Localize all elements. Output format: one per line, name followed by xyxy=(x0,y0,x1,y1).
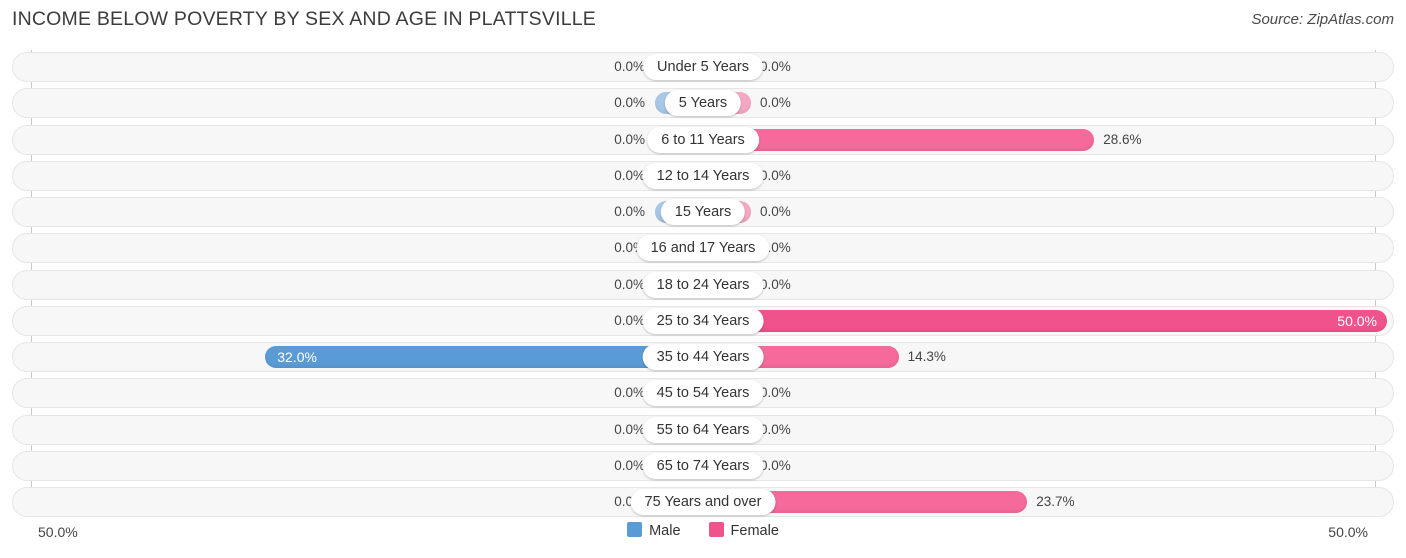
category-label: 75 Years and over xyxy=(630,489,776,515)
legend-swatch-icon xyxy=(708,522,724,537)
category-label: Under 5 Years xyxy=(643,54,763,80)
chart-footer: 50.0% 50.0% Male Female xyxy=(0,518,1406,558)
legend-item[interactable]: Female xyxy=(708,522,779,539)
category-label: 5 Years xyxy=(664,90,742,117)
value-label-female: 0.0% xyxy=(760,276,791,292)
chart-legend: Male Female xyxy=(0,522,1406,539)
value-label-male: 0.0% xyxy=(614,312,645,328)
value-label-male: 0.0% xyxy=(614,457,645,473)
chart-row: 0.0% 28.6% 6 to 11 Years xyxy=(12,124,1394,155)
chart-row: 0.0% 0.0% 18 to 24 Years xyxy=(12,269,1394,300)
chart-row: 0.0% 0.0% 45 to 54 Years xyxy=(12,378,1394,409)
value-label-male: 0.0% xyxy=(614,276,645,292)
value-label-female: 0.0% xyxy=(760,95,791,111)
category-label: 35 to 44 Years xyxy=(642,344,764,370)
legend-item[interactable]: Male xyxy=(627,522,681,539)
value-label-female: 0.0% xyxy=(760,457,791,473)
value-label-male: 32.0% xyxy=(277,349,317,365)
chart-plot-area: 0.0% 0.0% Under 5 Years 0.0% 0.0% 5 Years 0.0%… xyxy=(0,44,1406,518)
value-label-female: 28.6% xyxy=(1103,131,1142,147)
value-label-female: 23.7% xyxy=(1036,494,1075,509)
chart-row: 0.0% 0.0% Under 5 Years xyxy=(12,52,1394,82)
category-label: 12 to 14 Years xyxy=(642,162,764,189)
chart-row: 0.0% 0.0% 12 to 14 Years xyxy=(12,160,1394,191)
value-label-female: 0.0% xyxy=(760,204,791,219)
chart-row: 32.0% 14.3% 35 to 44 Years xyxy=(12,342,1394,372)
value-label-female: 14.3% xyxy=(907,349,946,364)
chart-row: 0.0% 0.0% 15 Years xyxy=(12,197,1394,227)
category-label: 55 to 64 Years xyxy=(642,416,764,443)
chart-row: 0.0% 0.0% 5 Years xyxy=(12,88,1394,119)
category-label: 18 to 24 Years xyxy=(642,271,764,298)
category-label: 16 and 17 Years xyxy=(636,235,770,262)
value-label-female: 0.0% xyxy=(760,421,791,437)
bar-male[interactable] xyxy=(265,346,703,368)
source-attribution: Source: ZipAtlas.com xyxy=(1251,11,1394,28)
value-label-male: 0.0% xyxy=(614,131,645,147)
value-label-male: 0.0% xyxy=(614,95,645,111)
chart-row: 0.0% 0.0% 65 to 74 Years xyxy=(12,450,1394,481)
chart-row: 0.0% 0.0% 55 to 64 Years xyxy=(12,414,1394,445)
page-title: INCOME BELOW POVERTY BY SEX AND AGE IN P… xyxy=(12,8,596,30)
value-label-male: 0.0% xyxy=(614,204,645,219)
chart-header: INCOME BELOW POVERTY BY SEX AND AGE IN P… xyxy=(0,0,1406,44)
chart-row: 0.0% 0.0% 16 and 17 Years xyxy=(12,233,1394,264)
value-label-male: 0.0% xyxy=(614,385,645,401)
bar-female[interactable] xyxy=(703,128,1095,151)
value-label-female: 0.0% xyxy=(760,385,791,401)
chart-row: 0.0%23.7%75 Years and over xyxy=(12,487,1394,517)
value-label-female: 0.0% xyxy=(760,167,791,183)
category-label: 45 to 54 Years xyxy=(642,380,764,407)
category-label: 65 to 74 Years xyxy=(642,452,764,479)
value-label-female: 0.0% xyxy=(760,59,791,74)
value-label-male: 0.0% xyxy=(614,421,645,437)
value-label-male: 0.0% xyxy=(614,167,645,183)
value-label-female: 50.0% xyxy=(1337,312,1377,329)
legend-label: Male xyxy=(649,523,681,539)
chart-row: 0.0% 50.0% 25 to 34 Years xyxy=(12,305,1394,336)
category-label: 6 to 11 Years xyxy=(647,126,759,153)
value-label-male: 0.0% xyxy=(614,59,645,74)
category-label: 25 to 34 Years xyxy=(642,307,764,334)
legend-swatch-icon xyxy=(627,522,643,537)
category-label: 15 Years xyxy=(660,199,746,225)
bar-female[interactable] xyxy=(703,309,1387,332)
legend-label: Female xyxy=(730,523,779,539)
